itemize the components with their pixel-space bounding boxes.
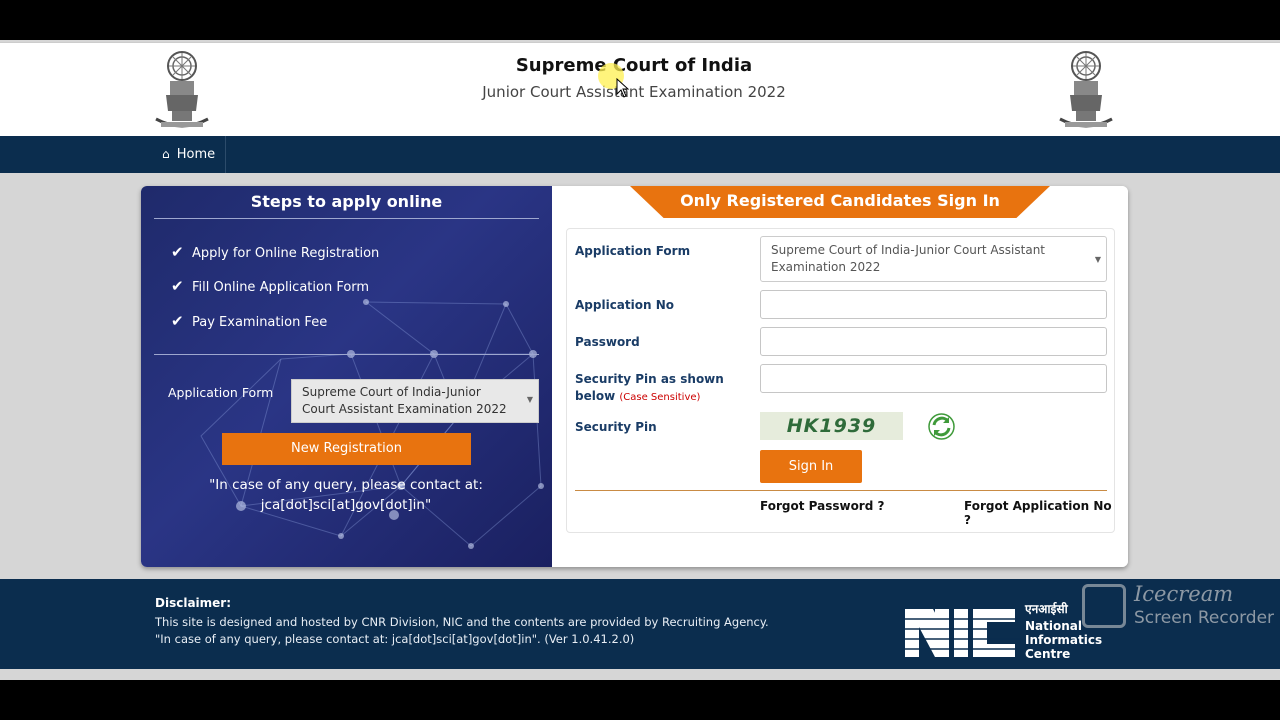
forgot-application-no-link[interactable]: Forgot Application No ? [964,499,1114,527]
step-item: ✔ Pay Examination Fee [171,312,327,330]
check-icon: ✔ [171,243,184,261]
step-item: ✔ Fill Online Application Form [171,277,369,295]
check-icon: ✔ [171,312,184,330]
application-form-label: Application Form [575,244,691,258]
disclaimer-line: This site is designed and hosted by CNR … [155,615,769,629]
password-input[interactable] [760,327,1107,356]
mouse-pointer-icon [616,78,630,98]
refresh-captcha-icon[interactable] [928,413,955,440]
watermark-product: Screen Recorder [1134,608,1275,628]
disclaimer-line: "In case of any query, please contact at… [155,632,635,646]
nic-name-line: Informatics [1025,633,1103,647]
video-top-bar [0,0,1280,40]
main-navbar: ⌂ Home [0,136,1280,173]
disclaimer-text: This site is designed and hosted by CNR … [155,614,769,648]
national-emblem-icon [1059,51,1113,128]
application-no-label: Application No [575,298,675,312]
steps-title: Steps to apply online [250,192,443,211]
login-card: Steps to apply online ✔ Apply for Online … [141,186,1128,567]
step-label: Fill Online Application Form [192,280,370,295]
divider [575,490,1107,491]
nic-hindi-name: एनआईसी [1025,602,1068,616]
application-form-selected-value: Supreme Court of India-Junior Court Assi… [771,243,1046,274]
sign-in-panel: Only Registered Candidates Sign In Appli… [552,186,1128,567]
sign-in-button[interactable]: Sign In [760,450,862,483]
query-contact-text: "In case of any query, please contact at… [209,477,483,513]
camera-icon [1082,584,1126,628]
steps-panel: Steps to apply online ✔ Apply for Online … [141,186,552,567]
divider [154,354,539,355]
disclaimer-heading: Disclaimer: [155,596,232,610]
site-header: Supreme Court of India Junior Court Assi… [0,42,1280,136]
dropdown-arrow-icon: ▼ [1094,255,1101,264]
password-label: Password [575,335,640,349]
application-form-select[interactable]: Supreme Court of India-Junior Court Assi… [291,379,539,423]
step-label: Pay Examination Fee [192,315,328,330]
dropdown-arrow-icon: ▼ [526,395,533,404]
security-pin-input[interactable] [760,364,1107,393]
check-icon: ✔ [171,277,184,295]
nic-name-line: Centre [1025,647,1071,661]
recorder-watermark: Icecream Screen Recorder [1082,582,1280,630]
application-no-input[interactable] [760,290,1107,319]
video-bottom-bar [0,680,1280,720]
security-pin-shown-label: Security Pin as shown below (Case Sensit… [575,371,725,406]
divider [154,218,539,219]
watermark-brand: Icecream [1134,582,1234,606]
forgot-password-link[interactable]: Forgot Password ? [760,499,884,513]
application-form-select[interactable]: Supreme Court of India-Junior Court Assi… [760,236,1107,282]
new-registration-button[interactable]: New Registration [222,433,471,465]
application-form-selected-value: Supreme Court of India-Junior Court Assi… [302,385,507,416]
home-icon: ⌂ [162,147,170,161]
captcha-image: HK1939 [760,412,903,440]
case-sensitive-note: (Case Sensitive) [619,392,701,403]
nav-home-label: Home [176,147,216,162]
step-item: ✔ Apply for Online Registration [171,243,379,261]
security-pin-label: Security Pin [575,420,657,434]
nav-home-link[interactable]: ⌂ Home [152,136,227,173]
sign-in-form: Application Form Supreme Court of India-… [566,228,1115,533]
nic-wordmark-icon [905,609,1021,657]
step-label: Apply for Online Registration [192,246,380,261]
sign-in-banner: Only Registered Candidates Sign In [630,186,1050,218]
application-form-label: Application Form [168,385,274,400]
